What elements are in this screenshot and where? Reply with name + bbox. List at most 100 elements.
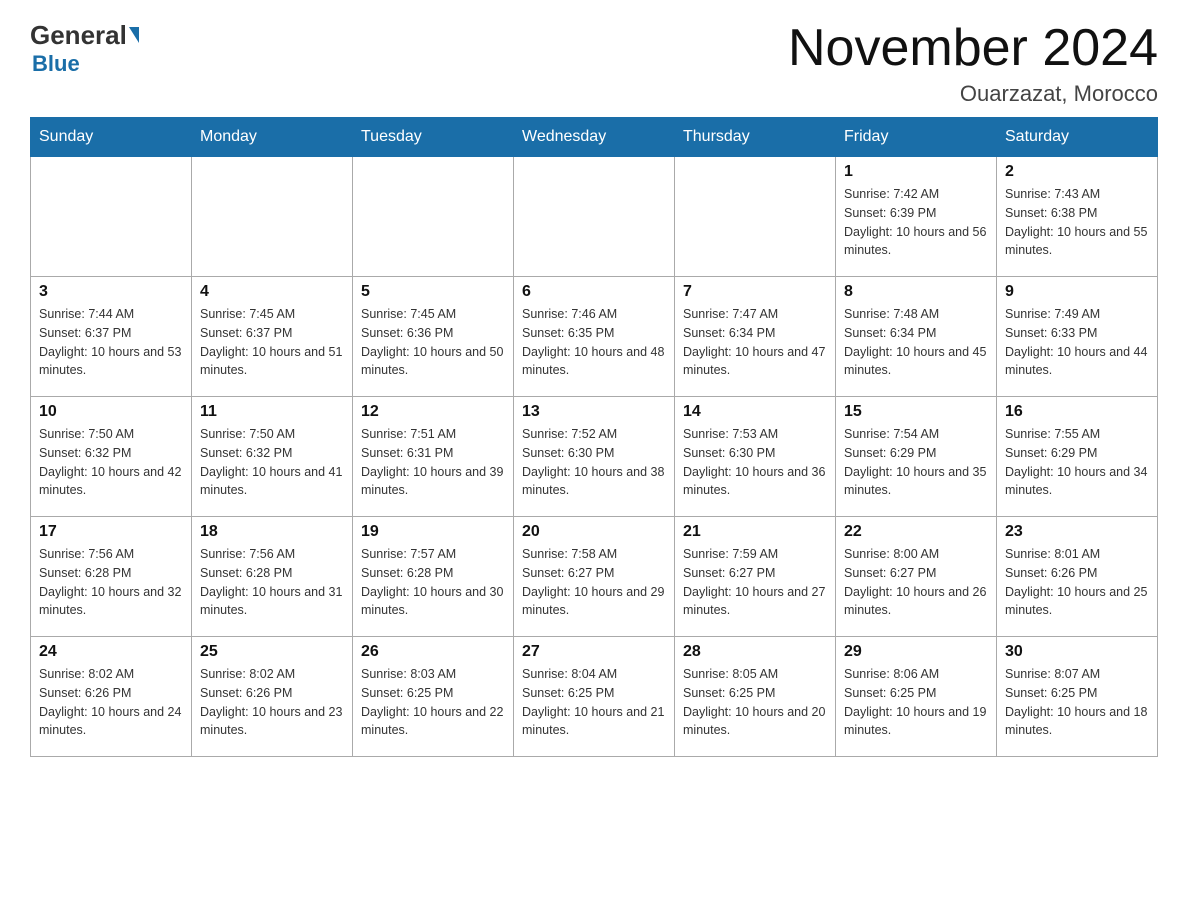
day-info: Sunrise: 8:04 AM Sunset: 6:25 PM Dayligh… — [522, 665, 666, 740]
page-header: General Blue November 2024 Ouarzazat, Mo… — [30, 20, 1158, 107]
day-info: Sunrise: 8:02 AM Sunset: 6:26 PM Dayligh… — [200, 665, 344, 740]
table-row: 8 Sunrise: 7:48 AM Sunset: 6:34 PM Daylig… — [836, 277, 997, 397]
day-number: 25 — [200, 643, 344, 661]
table-row — [31, 157, 192, 277]
table-row: 1 Sunrise: 7:42 AM Sunset: 6:39 PM Daylig… — [836, 157, 997, 277]
table-row: 27 Sunrise: 8:04 AM Sunset: 6:25 PM Dayli… — [514, 637, 675, 757]
logo-general-label: General — [30, 20, 127, 51]
calendar-week-row: 1 Sunrise: 7:42 AM Sunset: 6:39 PM Daylig… — [31, 157, 1158, 277]
day-number: 24 — [39, 643, 183, 661]
day-number: 15 — [844, 403, 988, 421]
day-number: 17 — [39, 523, 183, 541]
day-info: Sunrise: 7:50 AM Sunset: 6:32 PM Dayligh… — [39, 425, 183, 500]
day-number: 28 — [683, 643, 827, 661]
day-info: Sunrise: 8:00 AM Sunset: 6:27 PM Dayligh… — [844, 545, 988, 620]
day-info: Sunrise: 8:05 AM Sunset: 6:25 PM Dayligh… — [683, 665, 827, 740]
day-info: Sunrise: 7:47 AM Sunset: 6:34 PM Dayligh… — [683, 305, 827, 380]
col-friday: Friday — [836, 118, 997, 157]
table-row: 15 Sunrise: 7:54 AM Sunset: 6:29 PM Dayli… — [836, 397, 997, 517]
table-row: 10Sunrise: 7:50 AM Sunset: 6:32 PM Dayli… — [31, 397, 192, 517]
day-number: 1 — [844, 163, 988, 181]
day-number: 16 — [1005, 403, 1149, 421]
day-number: 7 — [683, 283, 827, 301]
table-row: 9Sunrise: 7:49 AM Sunset: 6:33 PM Daylig… — [997, 277, 1158, 397]
day-number: 18 — [200, 523, 344, 541]
table-row: 20Sunrise: 7:58 AM Sunset: 6:27 PM Dayli… — [514, 517, 675, 637]
day-number: 30 — [1005, 643, 1149, 661]
day-info: Sunrise: 8:03 AM Sunset: 6:25 PM Dayligh… — [361, 665, 505, 740]
calendar-header-row: Sunday Monday Tuesday Wednesday Thursday… — [31, 118, 1158, 157]
table-row: 5Sunrise: 7:45 AM Sunset: 6:36 PM Daylig… — [353, 277, 514, 397]
location-subtitle: Ouarzazat, Morocco — [788, 81, 1158, 107]
table-row: 14Sunrise: 7:53 AM Sunset: 6:30 PM Dayli… — [675, 397, 836, 517]
table-row — [353, 157, 514, 277]
table-row: 23 Sunrise: 8:01 AM Sunset: 6:26 PM Dayli… — [997, 517, 1158, 637]
table-row: 22 Sunrise: 8:00 AM Sunset: 6:27 PM Dayli… — [836, 517, 997, 637]
day-number: 23 — [1005, 523, 1149, 541]
table-row: 25 Sunrise: 8:02 AM Sunset: 6:26 PM Dayli… — [192, 637, 353, 757]
day-info: Sunrise: 7:49 AM Sunset: 6:33 PM Dayligh… — [1005, 305, 1149, 380]
day-info: Sunrise: 7:48 AM Sunset: 6:34 PM Dayligh… — [844, 305, 988, 380]
day-number: 19 — [361, 523, 505, 541]
day-info: Sunrise: 7:50 AM Sunset: 6:32 PM Dayligh… — [200, 425, 344, 500]
day-info: Sunrise: 7:45 AM Sunset: 6:37 PM Dayligh… — [200, 305, 344, 380]
day-info: Sunrise: 8:02 AM Sunset: 6:26 PM Dayligh… — [39, 665, 183, 740]
col-wednesday: Wednesday — [514, 118, 675, 157]
calendar-week-row: 17 Sunrise: 7:56 AM Sunset: 6:28 PM Dayli… — [31, 517, 1158, 637]
day-info: Sunrise: 7:46 AM Sunset: 6:35 PM Dayligh… — [522, 305, 666, 380]
calendar-week-row: 24 Sunrise: 8:02 AM Sunset: 6:26 PM Dayli… — [31, 637, 1158, 757]
day-number: 29 — [844, 643, 988, 661]
table-row: 12Sunrise: 7:51 AM Sunset: 6:31 PM Dayli… — [353, 397, 514, 517]
day-info: Sunrise: 7:45 AM Sunset: 6:36 PM Dayligh… — [361, 305, 505, 380]
table-row: 30 Sunrise: 8:07 AM Sunset: 6:25 PM Dayli… — [997, 637, 1158, 757]
day-number: 13 — [522, 403, 666, 421]
title-area: November 2024 Ouarzazat, Morocco — [788, 20, 1158, 107]
day-info: Sunrise: 7:57 AM Sunset: 6:28 PM Dayligh… — [361, 545, 505, 620]
calendar-table: Sunday Monday Tuesday Wednesday Thursday… — [30, 117, 1158, 757]
calendar-week-row: 10Sunrise: 7:50 AM Sunset: 6:32 PM Dayli… — [31, 397, 1158, 517]
day-number: 22 — [844, 523, 988, 541]
table-row: 4 Sunrise: 7:45 AM Sunset: 6:37 PM Daylig… — [192, 277, 353, 397]
day-info: Sunrise: 7:58 AM Sunset: 6:27 PM Dayligh… — [522, 545, 666, 620]
day-number: 21 — [683, 523, 827, 541]
logo: General Blue — [30, 20, 139, 77]
table-row — [514, 157, 675, 277]
table-row: 18Sunrise: 7:56 AM Sunset: 6:28 PM Dayli… — [192, 517, 353, 637]
col-saturday: Saturday — [997, 118, 1158, 157]
day-info: Sunrise: 7:56 AM Sunset: 6:28 PM Dayligh… — [39, 545, 183, 620]
day-info: Sunrise: 7:54 AM Sunset: 6:29 PM Dayligh… — [844, 425, 988, 500]
table-row: 7 Sunrise: 7:47 AM Sunset: 6:34 PM Daylig… — [675, 277, 836, 397]
table-row: 26 Sunrise: 8:03 AM Sunset: 6:25 PM Dayli… — [353, 637, 514, 757]
day-info: Sunrise: 8:01 AM Sunset: 6:26 PM Dayligh… — [1005, 545, 1149, 620]
table-row: 13 Sunrise: 7:52 AM Sunset: 6:30 PM Dayli… — [514, 397, 675, 517]
table-row: 3Sunrise: 7:44 AM Sunset: 6:37 PM Daylig… — [31, 277, 192, 397]
col-tuesday: Tuesday — [353, 118, 514, 157]
day-number: 26 — [361, 643, 505, 661]
day-number: 8 — [844, 283, 988, 301]
logo-triangle-icon — [129, 27, 139, 43]
table-row: 16 Sunrise: 7:55 AM Sunset: 6:29 PM Dayli… — [997, 397, 1158, 517]
col-thursday: Thursday — [675, 118, 836, 157]
day-info: Sunrise: 7:55 AM Sunset: 6:29 PM Dayligh… — [1005, 425, 1149, 500]
day-number: 14 — [683, 403, 827, 421]
day-number: 11 — [200, 403, 344, 421]
logo-blue-label: Blue — [32, 51, 80, 77]
day-info: Sunrise: 7:43 AM Sunset: 6:38 PM Dayligh… — [1005, 185, 1149, 260]
day-info: Sunrise: 7:52 AM Sunset: 6:30 PM Dayligh… — [522, 425, 666, 500]
day-info: Sunrise: 8:07 AM Sunset: 6:25 PM Dayligh… — [1005, 665, 1149, 740]
table-row: 21 Sunrise: 7:59 AM Sunset: 6:27 PM Dayli… — [675, 517, 836, 637]
table-row — [675, 157, 836, 277]
table-row: 11 Sunrise: 7:50 AM Sunset: 6:32 PM Dayli… — [192, 397, 353, 517]
table-row: 29 Sunrise: 8:06 AM Sunset: 6:25 PM Dayli… — [836, 637, 997, 757]
day-info: Sunrise: 7:44 AM Sunset: 6:37 PM Dayligh… — [39, 305, 183, 380]
month-title: November 2024 — [788, 20, 1158, 77]
day-number: 4 — [200, 283, 344, 301]
day-number: 27 — [522, 643, 666, 661]
day-info: Sunrise: 8:06 AM Sunset: 6:25 PM Dayligh… — [844, 665, 988, 740]
day-info: Sunrise: 7:42 AM Sunset: 6:39 PM Dayligh… — [844, 185, 988, 260]
day-info: Sunrise: 7:59 AM Sunset: 6:27 PM Dayligh… — [683, 545, 827, 620]
col-monday: Monday — [192, 118, 353, 157]
day-number: 12 — [361, 403, 505, 421]
table-row — [192, 157, 353, 277]
day-number: 6 — [522, 283, 666, 301]
